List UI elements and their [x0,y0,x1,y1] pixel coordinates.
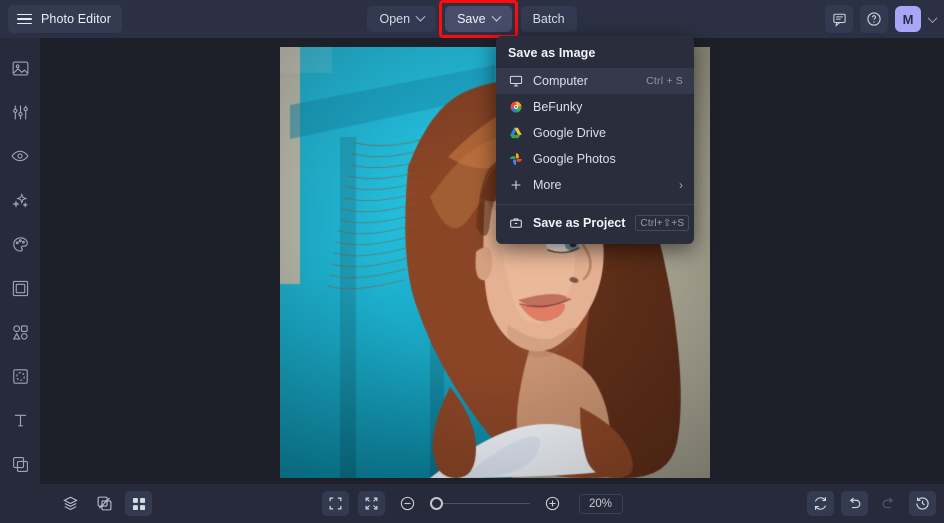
text-t-icon [11,411,30,430]
fullscreen-icon [328,496,343,511]
open-button[interactable]: Open [367,6,436,32]
zoom-in-icon [544,495,561,512]
save-menu-item-befunky[interactable]: BeFunky [496,94,694,120]
save-menu-label: BeFunky [533,100,683,114]
chevron-down-icon [491,11,501,21]
top-center-actions: Open Save Batch [0,0,944,38]
sidebar-item-retouch[interactable] [7,143,33,169]
sidebar-item-adjust[interactable] [7,99,33,125]
befunky-logo-icon [508,100,523,115]
sidebar-item-artsy[interactable] [7,231,33,257]
undo-button[interactable] [841,491,868,516]
sparkles-icon [11,191,30,210]
fullscreen-button[interactable] [322,491,349,516]
overlays-icon [11,455,30,474]
bottom-right-tools [807,491,936,516]
save-menu-label: Save as Project [533,216,625,230]
history-button[interactable] [909,491,936,516]
batch-label: Batch [533,12,565,26]
zoom-controls: 20% [0,491,944,516]
zoom-in-button[interactable] [539,491,566,516]
reset-button[interactable] [807,491,834,516]
save-button[interactable]: Save [445,6,512,32]
chat-bubble-icon [832,12,847,27]
save-menu-title: Save as Image [496,43,694,68]
google-drive-icon [508,126,523,141]
history-clock-icon [914,495,931,512]
save-menu-label: Google Drive [533,126,683,140]
menu-divider [496,204,694,205]
save-label: Save [457,12,486,26]
user-avatar[interactable]: M [895,6,921,32]
redo-button[interactable] [875,491,902,516]
zoom-out-button[interactable] [394,491,421,516]
sidebar-item-effects[interactable] [7,187,33,213]
undo-icon [846,495,863,512]
plus-icon [508,178,523,193]
batch-button[interactable]: Batch [521,6,577,32]
save-menu-label: More [533,178,669,192]
shapes-icon [11,323,30,342]
top-toolbar: Photo Editor Open Save Batch [0,0,944,38]
redo-icon [880,495,897,512]
palette-icon [11,235,30,254]
sidebar-item-textures[interactable] [7,363,33,389]
save-menu-label: Google Photos [533,152,683,166]
top-right-actions: M [825,0,936,38]
app-title: Photo Editor [41,12,111,26]
briefcase-icon [508,216,523,231]
save-menu-shortcut: Ctrl+⇧+S [635,215,689,231]
frame-icon [11,279,30,298]
save-menu-label: Computer [533,74,636,88]
bottom-toolbar: 20% [0,484,944,523]
reset-rotate-icon [812,495,829,512]
sidebar-item-graphics[interactable] [7,319,33,345]
left-sidebar [0,38,40,484]
zoom-out-icon [399,495,416,512]
brand-menu-button[interactable]: Photo Editor [8,5,122,33]
sidebar-item-overlays[interactable] [7,451,33,477]
save-menu-item-save-as-project[interactable]: Save as Project Ctrl+⇧+S [496,210,694,236]
open-label: Open [379,12,410,26]
save-menu-shortcut: Ctrl + S [646,75,683,87]
zoom-slider-track [437,503,530,505]
photo-editor-app: Photo Editor Open Save Batch [0,0,944,523]
google-photos-icon [508,152,523,167]
sidebar-item-text[interactable] [7,407,33,433]
feedback-button[interactable] [825,5,853,33]
chevron-down-icon [416,11,426,21]
eye-icon [10,146,30,166]
zoom-slider-knob[interactable] [430,497,443,510]
fit-to-screen-button[interactable] [358,491,385,516]
save-menu-item-more[interactable]: More › [496,172,694,198]
save-menu-item-google-drive[interactable]: Google Drive [496,120,694,146]
sidebar-item-edit[interactable] [7,55,33,81]
sliders-icon [11,103,30,122]
save-menu-item-computer[interactable]: Computer Ctrl + S [496,68,694,94]
monitor-icon [508,74,523,89]
editor-canvas[interactable] [40,38,944,484]
save-menu-item-google-photos[interactable]: Google Photos [496,146,694,172]
image-icon [11,59,30,78]
question-mark-circle-icon [866,11,882,27]
texture-icon [11,367,30,386]
sidebar-item-frames[interactable] [7,275,33,301]
account-chevron-down-icon[interactable] [928,13,938,23]
zoom-level-value[interactable]: 20% [579,494,623,514]
help-button[interactable] [860,5,888,33]
hamburger-menu-icon[interactable] [17,14,32,25]
chevron-right-icon: › [679,178,683,192]
zoom-slider[interactable] [430,497,530,511]
save-button-wrapper: Save [445,6,512,32]
save-dropdown-menu: Save as Image Computer Ctrl + S [496,36,694,244]
fit-to-screen-icon [364,496,379,511]
